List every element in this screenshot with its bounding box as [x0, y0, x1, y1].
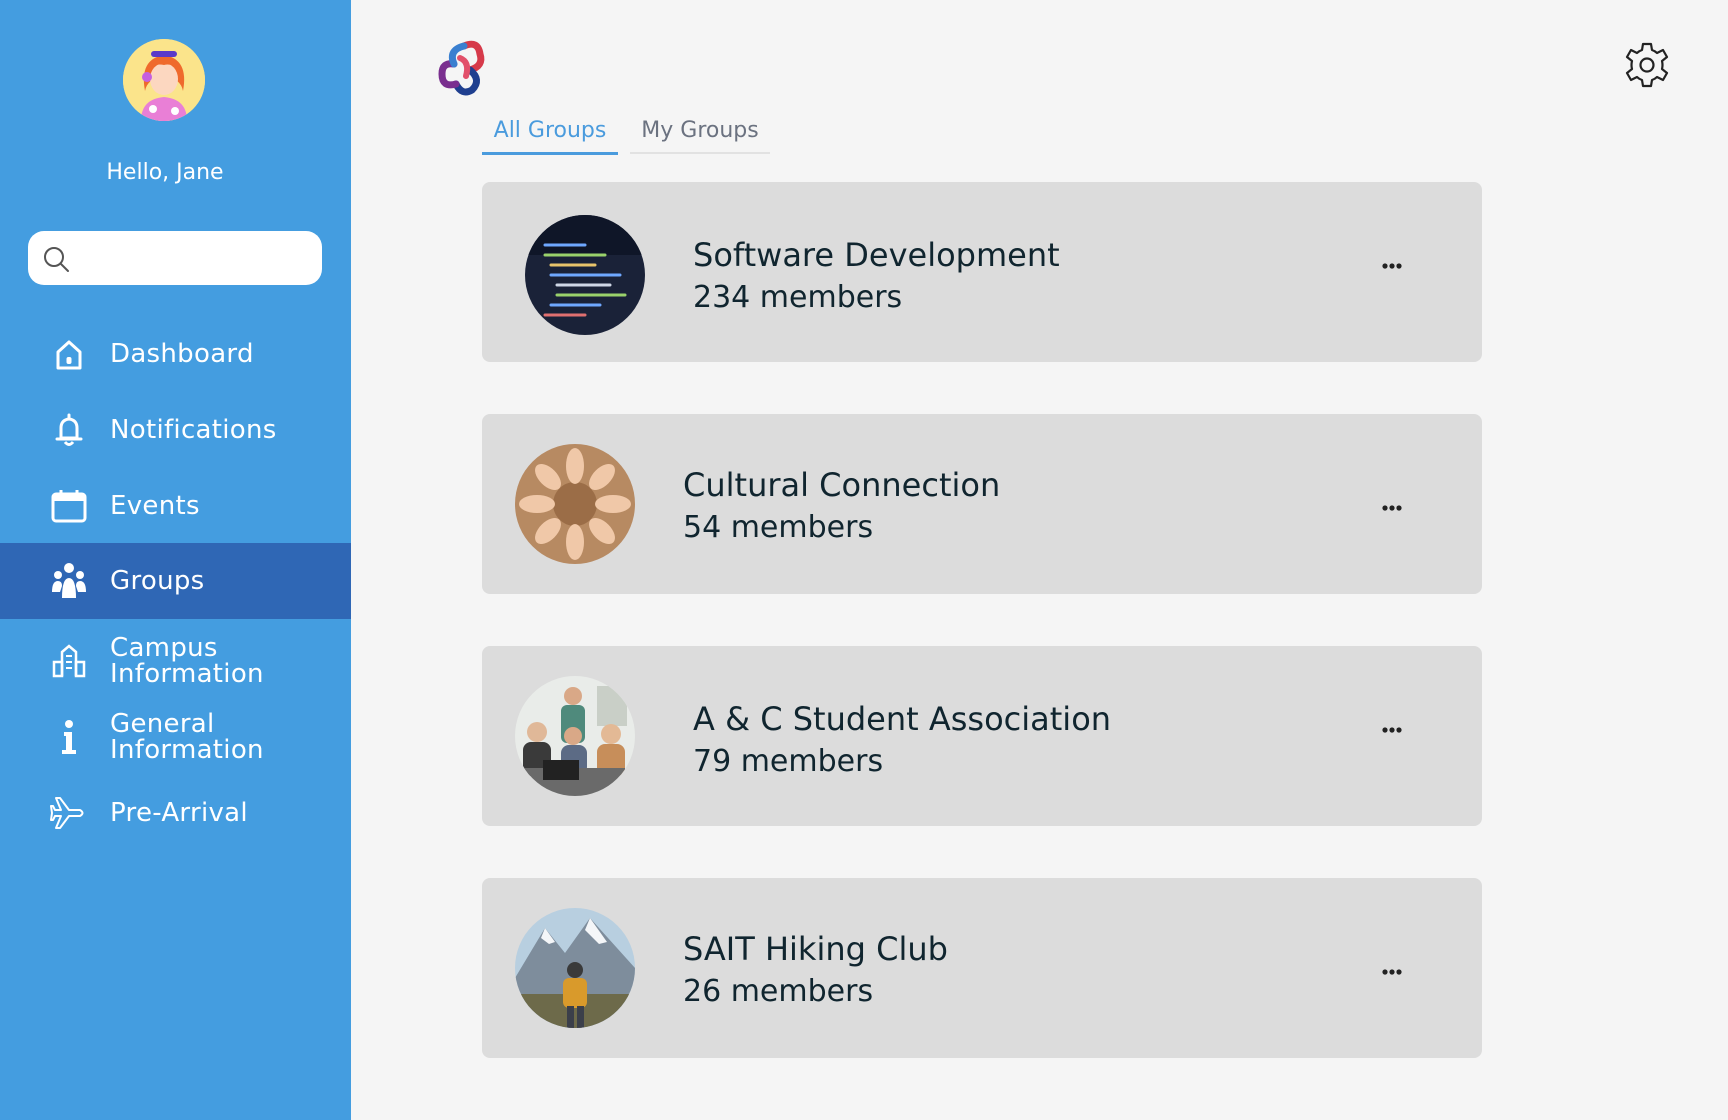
airplane-icon [50, 797, 84, 829]
nav-item-campus-information[interactable]: Campus Information [0, 623, 351, 699]
home-icon [56, 340, 82, 370]
group-name: Software Development [693, 236, 1060, 274]
nav-label-line1: General [110, 709, 215, 739]
hiker-mountain-photo [515, 908, 635, 1028]
nav-item-events[interactable]: Events [0, 468, 351, 544]
nav-label-line2: Information [110, 659, 264, 689]
group-members: 79 members [693, 744, 884, 779]
more-options-icon[interactable] [1372, 488, 1412, 528]
people-icon [52, 563, 86, 598]
greeting: Hello, Jane [106, 160, 224, 185]
group-card-sait-hiking-club[interactable]: SAIT Hiking Club 26 members [482, 878, 1482, 1058]
students-laptop-photo [515, 676, 635, 796]
tab-all-groups[interactable]: All Groups [482, 112, 618, 155]
search-icon [44, 247, 69, 272]
nav-label: Pre-Arrival [110, 798, 248, 828]
nav-item-notifications[interactable]: Notifications [0, 392, 351, 468]
nav-label: Events [110, 491, 200, 521]
more-options-icon[interactable] [1372, 710, 1412, 750]
nav-label: General Information [110, 699, 264, 775]
tab-my-groups[interactable]: My Groups [630, 112, 770, 154]
app-logo [438, 40, 485, 96]
nav-item-groups[interactable]: Groups [0, 543, 351, 619]
more-options-icon[interactable] [1372, 246, 1412, 286]
group-members: 54 members [683, 510, 874, 545]
group-name: SAIT Hiking Club [683, 930, 948, 968]
nav-item-general-information[interactable]: General Information [0, 699, 351, 775]
nav-label: Dashboard [110, 339, 254, 369]
group-name: Cultural Connection [683, 466, 1001, 504]
info-icon [62, 720, 76, 754]
nav-label: Campus Information [110, 623, 264, 699]
group-card-cultural-connection[interactable]: Cultural Connection 54 members [482, 414, 1482, 594]
nav-item-pre-arrival[interactable]: Pre-Arrival [0, 775, 351, 851]
nav-label-line2: Information [110, 735, 264, 765]
calendar-icon [51, 490, 87, 523]
more-options-icon[interactable] [1372, 952, 1412, 992]
code-screen-photo [525, 215, 645, 335]
bell-icon [55, 413, 83, 446]
nav-label: Groups [110, 566, 205, 596]
group-members: 26 members [683, 974, 874, 1009]
sidebar: Hello, Jane Dashboard Notifications Even… [0, 0, 351, 1120]
search-input[interactable] [80, 241, 312, 277]
avatar[interactable] [123, 39, 205, 121]
group-card-software-development[interactable]: Software Development 234 members [482, 182, 1482, 362]
search-box[interactable] [28, 231, 322, 285]
group-name: A & C Student Association [693, 700, 1112, 738]
nav-label: Notifications [110, 415, 277, 445]
group-members: 234 members [693, 280, 903, 315]
nav-item-dashboard[interactable]: Dashboard [0, 316, 351, 392]
settings-gear-icon[interactable] [1622, 40, 1672, 90]
nav-label-line1: Campus [110, 633, 218, 663]
hands-circle-photo [515, 444, 635, 564]
group-card-a-and-c-student-association[interactable]: A & C Student Association 79 members [482, 646, 1482, 826]
building-icon [52, 644, 86, 678]
